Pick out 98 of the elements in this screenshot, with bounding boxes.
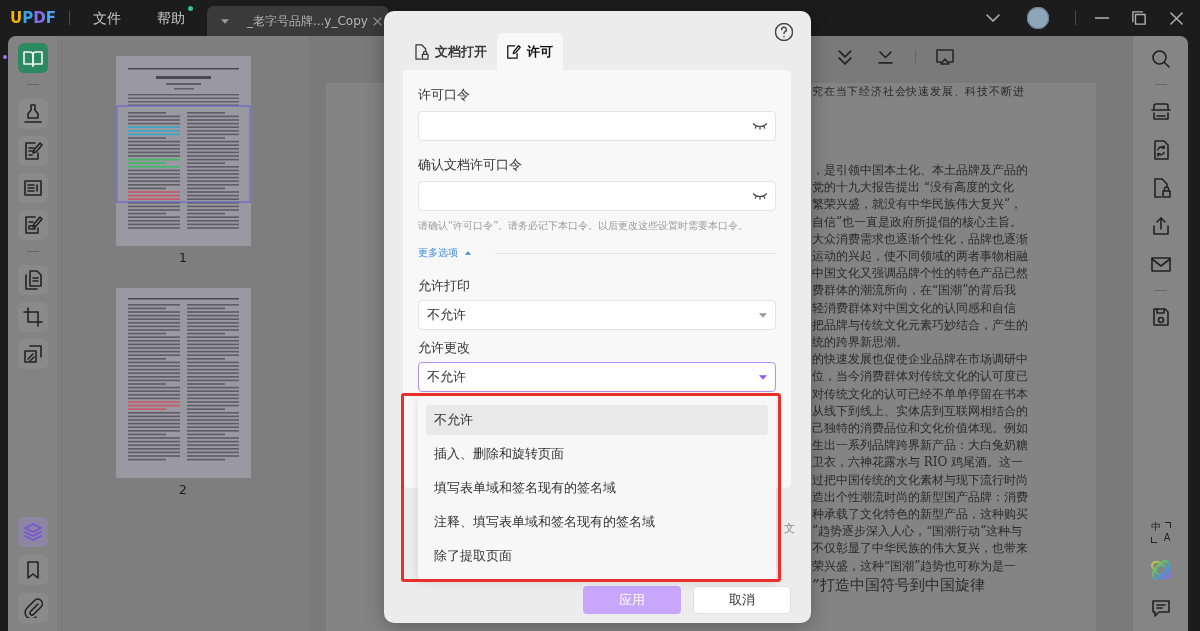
indicator-dot-icon: [3, 55, 7, 59]
text-line: ”趋势逐步深入人心，“国潮行动”这种与: [812, 523, 1024, 541]
restore-icon[interactable]: [1132, 11, 1146, 25]
close-icon[interactable]: [1170, 11, 1183, 25]
text-line: 运动的兴起，使不同领域的两者事物相融: [812, 248, 1029, 265]
covered-text: 文: [784, 523, 795, 535]
eye-closed-icon[interactable]: [753, 192, 767, 200]
page-thumbnail-drawing[interactable]: [115, 288, 251, 478]
text-line: 不仅彰显了中华民族的伟大复兴，也带来: [812, 540, 1029, 558]
document-lock-icon: [415, 43, 429, 60]
mail-icon: [1150, 254, 1171, 274]
text-line: 种承载了文化特色的新型产品，这种购买: [812, 506, 1029, 524]
document-signature-icon: [22, 215, 43, 235]
save-icon: [1150, 307, 1171, 327]
search-icon: [1150, 49, 1171, 69]
password-field[interactable]: [418, 181, 776, 211]
tool-button[interactable]: [17, 136, 48, 166]
field-label: 确认文档许可口令: [418, 157, 523, 173]
field-label: 允许更改: [418, 340, 471, 356]
panel-button[interactable]: [17, 555, 48, 585]
text-line: 大众消费需求也逐渐个性化，品牌也逐渐: [812, 230, 1029, 248]
document-pen-icon: [507, 43, 521, 60]
highlighter-icon: [22, 104, 43, 124]
text-line: 统的跨界新思潮。: [812, 334, 909, 352]
tool-button[interactable]: [17, 173, 48, 203]
scanner-icon: [1150, 102, 1171, 122]
caret-icon: [220, 18, 229, 24]
hint-text: 请确认“许可口令”。请务必记下本口令。以后更改这些设置时需要本口令。: [418, 220, 750, 232]
page-thumbnail-drawing[interactable]: [115, 56, 251, 246]
book-icon: [22, 48, 43, 68]
menu-item[interactable]: 帮助: [156, 9, 185, 27]
crop-icon: [22, 307, 43, 327]
caret-up-icon: [465, 251, 471, 255]
menu-item[interactable]: 文件: [92, 9, 121, 27]
text-line: 轻消费群体对中国文化的认同感和自信: [812, 299, 1017, 317]
caret-down-icon: [759, 374, 767, 380]
paperclip-icon: [22, 598, 43, 618]
cancel-button[interactable]: 取消: [693, 586, 791, 614]
viewport-frame[interactable]: [115, 105, 251, 203]
dialog-tab[interactable]: 许可: [497, 33, 563, 70]
text-line: 己独特的消费品位和文化价值体现。例如: [812, 420, 1029, 438]
text-line: 把品牌与传统文化元素巧妙结合，产生的: [812, 316, 1029, 334]
text-line: 位，当今消费群体对传统文化的认可度已: [812, 368, 1029, 386]
panel-button[interactable]: [17, 593, 48, 623]
text-line: 过把中国传统的文化素材与现下流行时尚: [812, 471, 1029, 489]
display-icon[interactable]: [936, 49, 954, 65]
document-pen-icon: [22, 141, 43, 161]
overlapping-squares-icon: [22, 344, 43, 364]
eye-closed-icon[interactable]: [753, 122, 767, 130]
translate-button[interactable]: 中 A: [1145, 517, 1176, 547]
arrow-to-bottom-icon[interactable]: [878, 50, 893, 64]
text-line: 生出一系列品牌跨界新产品：大白兔奶糖: [812, 437, 1029, 455]
field-label: 允许打印: [418, 278, 471, 294]
tool-button[interactable]: [17, 99, 48, 129]
chevron-down-icon[interactable]: [986, 14, 1000, 22]
field-label: 许可口令: [418, 87, 471, 103]
dropdown-select[interactable]: 不允许: [418, 300, 776, 330]
text-line: 究在当下经济社会快速发展、科技不断进: [812, 84, 1026, 100]
tool-button[interactable]: [17, 43, 48, 73]
tool-button[interactable]: [17, 210, 48, 240]
text-line: 费群体的潮流所向，在“国潮”的背后我: [812, 282, 1018, 300]
text-line: 造出个性潮流时尚的新型国产品牌：消费: [812, 488, 1029, 506]
comment-icon: [1150, 598, 1171, 618]
dropdown-option[interactable]: 填写表单域和签名现有的签名域: [426, 473, 768, 503]
double-chevron-down-icon[interactable]: [838, 49, 852, 65]
list-icon: [22, 178, 43, 198]
more-options-link[interactable]: 更多选项: [418, 247, 471, 259]
dropdown-select[interactable]: 不允许: [418, 362, 776, 392]
clover-icon: [1150, 560, 1171, 580]
dropdown-option[interactable]: 插入、删除和旋转页面: [426, 439, 768, 469]
dropdown-option[interactable]: 除了提取页面: [426, 541, 768, 571]
document-tab[interactable]: _老字号品牌...y_Copy: [206, 6, 389, 36]
text-line: 荣兴盛，这种“国潮”趋势也可称为是一: [812, 557, 1018, 575]
page-number: 2: [178, 482, 188, 498]
text-line: 党的十九大报告提出 “没有高度的文化: [812, 179, 1015, 197]
dropdown-option[interactable]: 注释、填写表单域和签名现有的签名域: [426, 507, 768, 537]
tool-button[interactable]: [17, 265, 48, 295]
close-icon[interactable]: [372, 16, 382, 26]
text-line: 卫衣，六神花露水与 RIO 鸡尾酒。这一: [812, 454, 1025, 472]
section-heading: ”打造中国符号到中国旋律: [812, 574, 986, 595]
text-line: 从线下到线上、实体店到互联网相结合的: [812, 402, 1029, 420]
text-line: ，是引领中国本土化、本土品牌及产品的: [812, 162, 1029, 179]
share-icon: [1150, 216, 1171, 236]
help-icon[interactable]: [775, 23, 793, 41]
text-line: 繁荣兴盛，就没有中华民族伟大复兴”，: [812, 196, 1024, 214]
user-avatar[interactable]: [1027, 7, 1049, 29]
caret-down-icon: [759, 312, 767, 318]
page-number: 1: [178, 250, 188, 266]
tool-button[interactable]: [17, 302, 48, 332]
text-line: 中国文化又强调品牌个性的特色产品已然: [812, 265, 1029, 283]
password-field[interactable]: [418, 111, 776, 141]
text-line: 的快速发展也促使企业品牌在市场调研中: [812, 351, 1029, 369]
text-line: 自信”也一直是政府所提倡的核心主旨。: [812, 213, 1024, 231]
dropdown-option[interactable]: 不允许: [426, 405, 768, 435]
layers-icon: [22, 522, 43, 542]
text-line: 对传统文化的认可已经不单单停留在书本: [812, 385, 1029, 403]
tool-button[interactable]: [17, 339, 48, 369]
pages-icon: [22, 270, 43, 290]
